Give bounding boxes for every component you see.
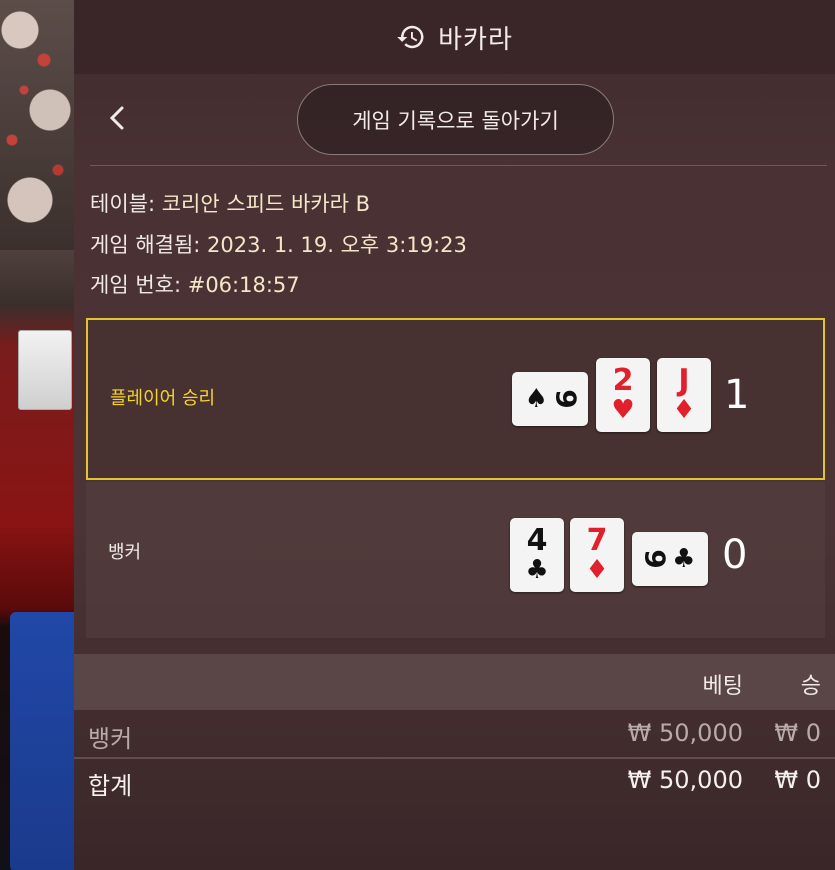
bet-name: 뱅커: [88, 725, 133, 753]
card-rank: 7: [586, 523, 608, 558]
player-result-label: 플레이어 승리: [110, 388, 216, 409]
game-background: [0, 0, 74, 870]
diamond-icon: ♦: [585, 555, 609, 585]
back-button[interactable]: [102, 98, 132, 138]
card-rank: J: [678, 363, 690, 398]
banker-card-3: 9 ♣: [632, 532, 708, 586]
bet-amount: ₩ 50,000: [627, 719, 743, 747]
card-rank: 2: [612, 363, 634, 398]
banker-hand: 뱅커 4 ♣ 7 ♦ 9 ♣ 0: [86, 482, 825, 638]
banker-label: 뱅커: [108, 542, 142, 563]
bet-column-header: 베팅: [702, 674, 743, 699]
card-rank: 9: [638, 549, 672, 569]
banker-score: 0: [722, 532, 748, 578]
player-card-3: J ♦: [657, 358, 711, 432]
banker-card-2: 7 ♦: [570, 518, 624, 592]
heart-icon: ♥: [611, 395, 635, 425]
diamond-icon: ♦: [672, 395, 696, 425]
club-icon: ♣: [525, 555, 549, 585]
total-bet-amount: ₩ 50,000: [627, 766, 743, 794]
round-info: 게임 번호: #06:18:57: [90, 269, 300, 299]
table-label: 테이블:: [90, 192, 162, 216]
header-bar: 바카라: [74, 0, 835, 74]
card-rank: 4: [526, 523, 548, 558]
round-value: #06:18:57: [187, 273, 300, 297]
blossom-decoration: [0, 0, 74, 250]
history-icon: [397, 25, 424, 49]
card-rank: 9: [549, 389, 583, 409]
total-win-amount: ₩ 0: [774, 766, 821, 794]
round-label: 게임 번호:: [90, 273, 188, 297]
spade-icon: ♠: [524, 384, 548, 414]
table-row: 뱅커 ₩ 50,000 ₩ 0: [74, 711, 835, 757]
banker-card-1: 4 ♣: [510, 518, 564, 592]
total-row: 합계 ₩ 50,000 ₩ 0: [74, 760, 835, 806]
player-card-2: 2 ♥: [596, 358, 650, 432]
club-icon: ♣: [672, 544, 696, 574]
bets-table-header: 베팅 승: [74, 654, 835, 710]
history-panel: 바카라 게임 기록으로 돌아가기 테이블: 코리안 스피드 바카라 B 게임 해…: [74, 0, 835, 870]
resolved-label: 게임 해결됨:: [90, 233, 208, 257]
background-panel: [10, 612, 74, 870]
table-info: 테이블: 코리안 스피드 바카라 B: [90, 188, 370, 218]
return-to-history-button[interactable]: 게임 기록으로 돌아가기: [297, 84, 614, 155]
divider: [90, 165, 827, 166]
player-hand: 플레이어 승리 ♠ 9 2 ♥ J ♦ 1: [86, 318, 825, 480]
player-card-1: ♠ 9: [512, 372, 588, 426]
chevron-left-icon: [109, 106, 124, 130]
total-label: 합계: [88, 772, 133, 800]
resolved-value: 2023. 1. 19. 오후 3:19:23: [207, 233, 467, 257]
resolved-info: 게임 해결됨: 2023. 1. 19. 오후 3:19:23: [90, 229, 467, 259]
player-score: 1: [724, 372, 750, 418]
divider: [74, 757, 835, 759]
page-title: 바카라: [438, 24, 513, 55]
win-amount: ₩ 0: [774, 719, 821, 747]
table-value: 코리안 스피드 바카라 B: [161, 192, 371, 216]
card-shoe: [18, 330, 72, 410]
win-column-header: 승: [800, 674, 821, 699]
